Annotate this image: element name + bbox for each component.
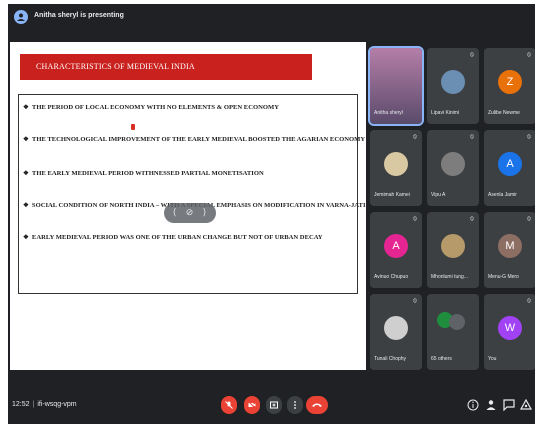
participant-tile[interactable]: ⦸ Tunali Chophy <box>370 294 422 370</box>
mic-off-icon: ⦸ <box>527 298 531 304</box>
meeting-code: ifi-wsqg-vpm <box>37 401 77 408</box>
top-bar: Anitha sheryl is presenting <box>8 4 535 32</box>
bullet-icon: ❖ <box>23 136 29 143</box>
bullet-icon: ❖ <box>23 170 29 177</box>
participant-name: Asenla Jamir <box>488 192 517 198</box>
info-icon[interactable] <box>467 398 479 412</box>
more-vert-icon <box>294 401 296 409</box>
participant-tile[interactable]: ⦸ Mhonlumi tung... <box>427 212 479 288</box>
camera-off-icon <box>248 401 256 409</box>
pointer-cursor-icon <box>131 124 135 130</box>
participant-name: Zulibe Newme <box>488 110 520 116</box>
slide-point: ❖ EARLY MEDIEVAL PERIOD WAS ONE OF THE UR… <box>23 234 323 241</box>
slide-point: ❖ THE EARLY MEDIEVAL PERIOD WITHNESSED PA… <box>23 170 264 177</box>
slide-nav-overlay[interactable]: ⟨ ⊘ ⟩ <box>164 203 216 223</box>
mic-off-icon: ⦸ <box>470 134 474 140</box>
mic-off-icon: ⦸ <box>413 298 417 304</box>
bottom-bar: 12:52 | ifi-wsqg-vpm <box>8 388 535 424</box>
participant-tile[interactable]: ⦸ Z Zulibe Newme <box>484 48 535 124</box>
mic-off-icon: ⦸ <box>413 216 417 222</box>
avatar: A <box>384 234 408 258</box>
slide-point: ❖ THE TECHNOLOGICAL IMPROVEMENT OF THE EA… <box>23 136 366 143</box>
mic-off-icon: ⦸ <box>527 52 531 58</box>
avatar: M <box>498 234 522 258</box>
camera-toggle-button[interactable] <box>244 396 260 414</box>
meeting-info: 12:52 | ifi-wsqg-vpm <box>12 401 77 408</box>
participant-name: You <box>488 356 497 362</box>
participant-tile[interactable]: ⦸ Jemimah Kamei <box>370 130 422 206</box>
next-slide-icon[interactable]: ⟩ <box>200 207 209 218</box>
prev-slide-icon[interactable]: ⟨ <box>170 207 179 218</box>
avatar: Z <box>498 70 522 94</box>
presenting-banner: Anitha sheryl is presenting <box>34 12 124 19</box>
slide-content-box: ❖ THE PERIOD OF LOCAL ECONOMY WITH NO ELE… <box>18 94 394 294</box>
slide-title-bar: CHARACTERISTICS OF MEDIEVAL INDIA <box>20 54 312 80</box>
participant-name: Mhonlumi tung... <box>431 274 468 280</box>
participant-name: Jemimah Kamei <box>374 192 410 198</box>
hangup-icon <box>312 403 322 407</box>
participant-tile-self[interactable]: ⦸ W You <box>484 294 535 370</box>
avatar <box>384 316 408 340</box>
people-icon[interactable] <box>485 398 497 412</box>
avatar <box>441 152 465 176</box>
avatar <box>441 234 465 258</box>
participant-tile[interactable]: Anitha sheryl <box>368 46 424 126</box>
mic-toggle-button[interactable] <box>221 396 237 414</box>
avatar: A <box>498 152 522 176</box>
avatar <box>449 314 465 330</box>
participant-tile[interactable]: ⦸ Vipu A <box>427 130 479 206</box>
activities-icon[interactable] <box>519 398 533 412</box>
others-tile[interactable]: 65 others <box>427 294 479 370</box>
participant-name: Anitha sheryl <box>374 110 403 116</box>
stop-icon[interactable]: ⊘ <box>185 207 194 218</box>
mic-off-icon: ⦸ <box>527 134 531 140</box>
others-count: 65 others <box>431 356 452 362</box>
clock-time: 12:52 <box>12 401 30 408</box>
mic-off-icon: ⦸ <box>470 52 474 58</box>
participant-name: Tunali Chophy <box>374 356 407 362</box>
participant-name: Avinuo Chupuo <box>374 274 409 280</box>
avatar <box>384 152 408 176</box>
meet-window: Anitha sheryl is presenting CHARACTERIST… <box>8 4 535 424</box>
presentation-slide: CHARACTERISTICS OF MEDIEVAL INDIA ❖ THE P… <box>10 42 394 370</box>
mic-off-icon: ⦸ <box>413 134 417 140</box>
participant-tile[interactable]: ⦸ A Asenla Jamir <box>484 130 535 206</box>
presenter-avatar-icon <box>14 10 28 24</box>
slide-title: CHARACTERISTICS OF MEDIEVAL INDIA <box>36 62 195 71</box>
avatar <box>441 70 465 94</box>
bullet-icon: ❖ <box>23 202 29 209</box>
slide-point: ❖ THE PERIOD OF LOCAL ECONOMY WITH NO ELE… <box>23 104 279 111</box>
more-options-button[interactable] <box>287 396 303 414</box>
mic-off-icon <box>225 401 233 409</box>
bullet-icon: ❖ <box>23 234 29 241</box>
mic-off-icon: ⦸ <box>527 216 531 222</box>
participant-tile[interactable]: ⦸ A Avinuo Chupuo <box>370 212 422 288</box>
chat-icon[interactable] <box>503 398 515 412</box>
present-icon <box>270 401 278 409</box>
leave-call-button[interactable] <box>306 396 328 414</box>
avatar: W <box>498 316 522 340</box>
participant-tile[interactable]: ⦸ M Menu-G Mero <box>484 212 535 288</box>
participant-name: Menu-G Mero <box>488 274 519 280</box>
participant-name: Vipu A <box>431 192 446 198</box>
separator: | <box>32 401 35 408</box>
mic-off-icon: ⦸ <box>470 216 474 222</box>
participant-name: Lipavi Kinimi <box>431 110 460 116</box>
participant-tile[interactable]: ⦸ Lipavi Kinimi <box>427 48 479 124</box>
bullet-icon: ❖ <box>23 104 29 111</box>
present-button[interactable] <box>266 396 282 414</box>
